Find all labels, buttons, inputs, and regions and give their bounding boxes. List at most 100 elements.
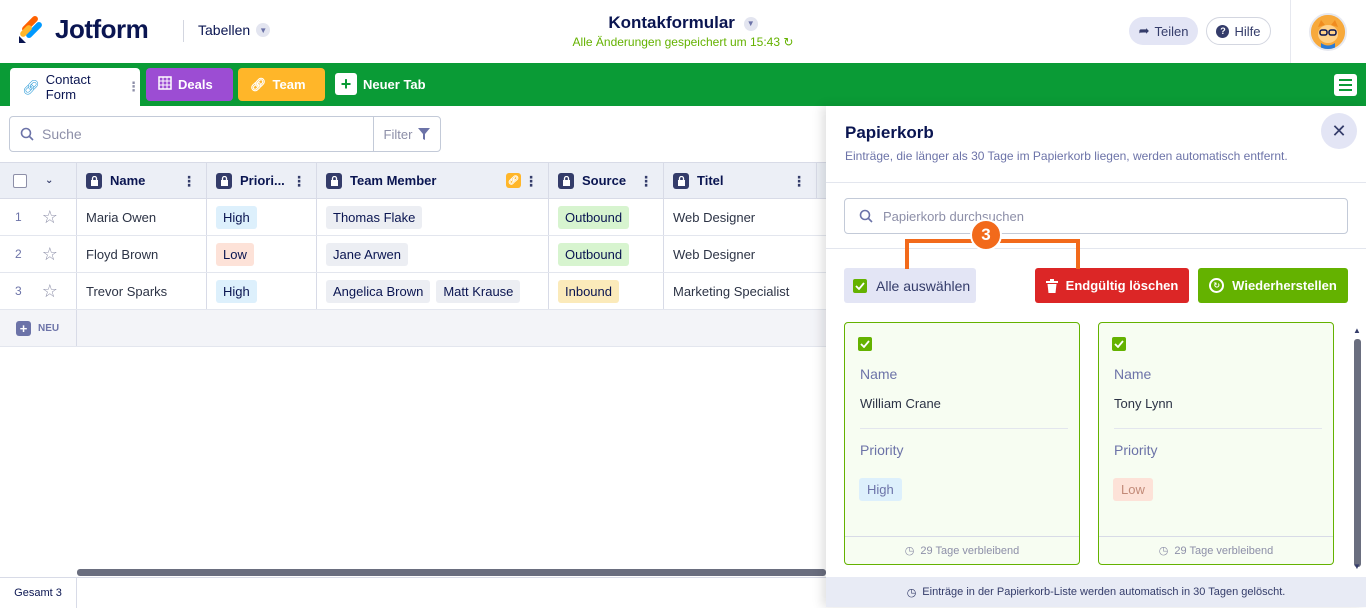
lock-icon	[673, 172, 689, 189]
priority-cell[interactable]: Low	[207, 236, 317, 272]
close-icon[interactable]: ✕	[1321, 113, 1357, 149]
link-icon: 🔗︎	[250, 76, 267, 92]
checkbox-checked-icon[interactable]	[858, 337, 872, 351]
titel-cell[interactable]: Marketing Specialist	[664, 273, 826, 309]
team-member-cell[interactable]: Angelica Brown Matt Krause	[317, 273, 549, 309]
horizontal-scrollbar[interactable]	[77, 569, 826, 576]
trash-card[interactable]: Name Tony Lynn Priority Low ◷ 29 Tage ve…	[1098, 322, 1334, 565]
trash-panel: Papierkorb Einträge, die länger als 30 T…	[826, 106, 1366, 607]
top-bar: Jotform Tabellen ▼ Kontakformular ▼ Alle…	[0, 0, 1366, 63]
column-menu-icon[interactable]: ⋮	[639, 174, 653, 188]
trash-card[interactable]: Name William Crane Priority High ◷ 29 Ta…	[844, 322, 1080, 565]
add-row-label: NEU	[38, 322, 60, 334]
trash-search-input[interactable]: Papierkorb durchsuchen	[844, 198, 1348, 234]
select-all-checkbox[interactable]	[13, 173, 27, 188]
clock-icon: ◷	[906, 586, 917, 599]
column-menu-icon[interactable]: ⋮	[182, 174, 196, 188]
scroll-down-icon[interactable]: ▼	[1353, 562, 1361, 571]
name-cell[interactable]: Floyd Brown	[77, 236, 207, 272]
cell-text: Floyd Brown	[86, 246, 159, 262]
restore-label: Wiederherstellen	[1232, 278, 1337, 293]
vertical-scrollbar[interactable]	[1354, 339, 1361, 567]
column-header-name[interactable]: Name ⋮	[77, 163, 207, 198]
row-number: 3	[15, 284, 22, 298]
column-menu-icon[interactable]: ⋮	[292, 174, 306, 188]
tab-label: Team	[272, 77, 306, 92]
restore-button[interactable]: ↻ Wiederherstellen	[1198, 268, 1348, 303]
row-number: 1	[15, 210, 22, 224]
search-placeholder: Papierkorb durchsuchen	[883, 208, 1024, 224]
tab-team[interactable]: 🔗︎ Team	[238, 68, 325, 101]
filter-button[interactable]: Filter	[373, 116, 441, 152]
team-member-cell[interactable]: Thomas Flake	[317, 199, 549, 235]
row-number-cell[interactable]: 2 ☆	[0, 236, 77, 272]
share-icon: ➦	[1138, 23, 1150, 38]
checkbox-checked-icon[interactable]	[853, 278, 867, 293]
chevron-down-icon[interactable]: ▼	[743, 16, 758, 31]
column-menu-icon[interactable]: ⋮	[524, 174, 538, 188]
total-count: Gesamt 3	[0, 578, 77, 608]
new-tab-button[interactable]: + Neuer Tab	[335, 72, 426, 96]
field-value: Tony Lynn	[1114, 396, 1173, 411]
titel-cell[interactable]: Web Designer	[664, 236, 826, 272]
menu-icon[interactable]	[1334, 74, 1357, 96]
priority-cell[interactable]: High	[207, 199, 317, 235]
column-header-team-member[interactable]: Team Member 🔗︎ ⋮	[317, 163, 549, 198]
filter-icon	[418, 128, 431, 140]
name-cell[interactable]: Maria Owen	[77, 199, 207, 235]
select-all-label: Alle auswählen	[876, 277, 971, 294]
share-button[interactable]: ➦ Teilen	[1129, 17, 1198, 45]
user-avatar[interactable]	[1309, 13, 1347, 51]
search-input[interactable]: Suche	[9, 116, 374, 152]
search-placeholder: Suche	[42, 126, 82, 142]
team-member-cell[interactable]: Jane Arwen	[317, 236, 549, 272]
add-row-button[interactable]: + NEU	[0, 310, 77, 346]
titel-cell[interactable]: Web Designer	[664, 199, 826, 235]
select-all-cell[interactable]: ⌄	[0, 163, 77, 198]
star-icon[interactable]: ☆	[42, 207, 58, 228]
source-chip: Outbound	[558, 242, 630, 266]
lock-icon	[558, 172, 574, 189]
priority-chip: High	[216, 205, 257, 229]
chevron-down-icon[interactable]: ⌄	[45, 175, 53, 186]
search-icon	[20, 127, 34, 141]
tab-deals[interactable]: Deals	[146, 68, 233, 101]
lock-icon	[86, 172, 102, 189]
scroll-up-icon[interactable]: ▲	[1353, 326, 1361, 335]
table-tab-bar: 🔗︎ Contact Form ⋮ Deals 🔗︎ Team + Neuer …	[0, 63, 1366, 106]
table-row[interactable]: 3 ☆ Trevor Sparks High Angelica Brown Ma…	[0, 273, 826, 310]
help-button[interactable]: ? Hilfe	[1206, 17, 1271, 45]
header-divider	[1290, 0, 1291, 63]
table-footer: Gesamt 3	[0, 577, 826, 608]
column-menu-icon[interactable]: ⋮	[792, 174, 806, 188]
name-cell[interactable]: Trevor Sparks	[77, 273, 207, 309]
delete-permanently-button[interactable]: Endgültig löschen	[1035, 268, 1189, 303]
table-row[interactable]: 2 ☆ Floyd Brown Low Jane Arwen Outbound …	[0, 236, 826, 273]
checkbox-checked-icon[interactable]	[1112, 337, 1126, 351]
tab-contact-form[interactable]: 🔗︎ Contact Form ⋮	[10, 68, 140, 106]
tab-options-icon[interactable]: ⋮	[127, 79, 140, 95]
column-header-priority[interactable]: Priori... ⋮	[207, 163, 317, 198]
row-number-cell[interactable]: 3 ☆	[0, 273, 77, 309]
row-number: 2	[15, 247, 22, 261]
source-cell[interactable]: Outbound	[549, 199, 664, 235]
clock-icon: ◷	[1158, 545, 1169, 557]
star-icon[interactable]: ☆	[42, 281, 58, 302]
add-row[interactable]: + NEU	[0, 310, 826, 347]
source-cell[interactable]: Inbound	[549, 273, 664, 309]
grid-icon	[158, 76, 172, 93]
help-icon: ?	[1216, 24, 1230, 38]
priority-cell[interactable]: High	[207, 273, 317, 309]
source-cell[interactable]: Outbound	[549, 236, 664, 272]
column-label: Source	[582, 173, 627, 188]
select-all-button[interactable]: Alle auswählen	[844, 268, 976, 303]
link-icon: 🔗︎	[506, 173, 521, 188]
column-header-source[interactable]: Source ⋮	[549, 163, 664, 198]
footer-note: Einträge in der Papierkorb-Liste werden …	[922, 586, 1286, 598]
table-row[interactable]: 1 ☆ Maria Owen High Thomas Flake Outboun…	[0, 199, 826, 236]
column-header-titel[interactable]: Titel ⋮	[664, 163, 817, 198]
row-number-cell[interactable]: 1 ☆	[0, 199, 77, 235]
star-icon[interactable]: ☆	[42, 244, 58, 265]
card-footer: ◷ 29 Tage verbleibend	[1099, 536, 1333, 564]
cell-text: Maria Owen	[86, 209, 157, 225]
